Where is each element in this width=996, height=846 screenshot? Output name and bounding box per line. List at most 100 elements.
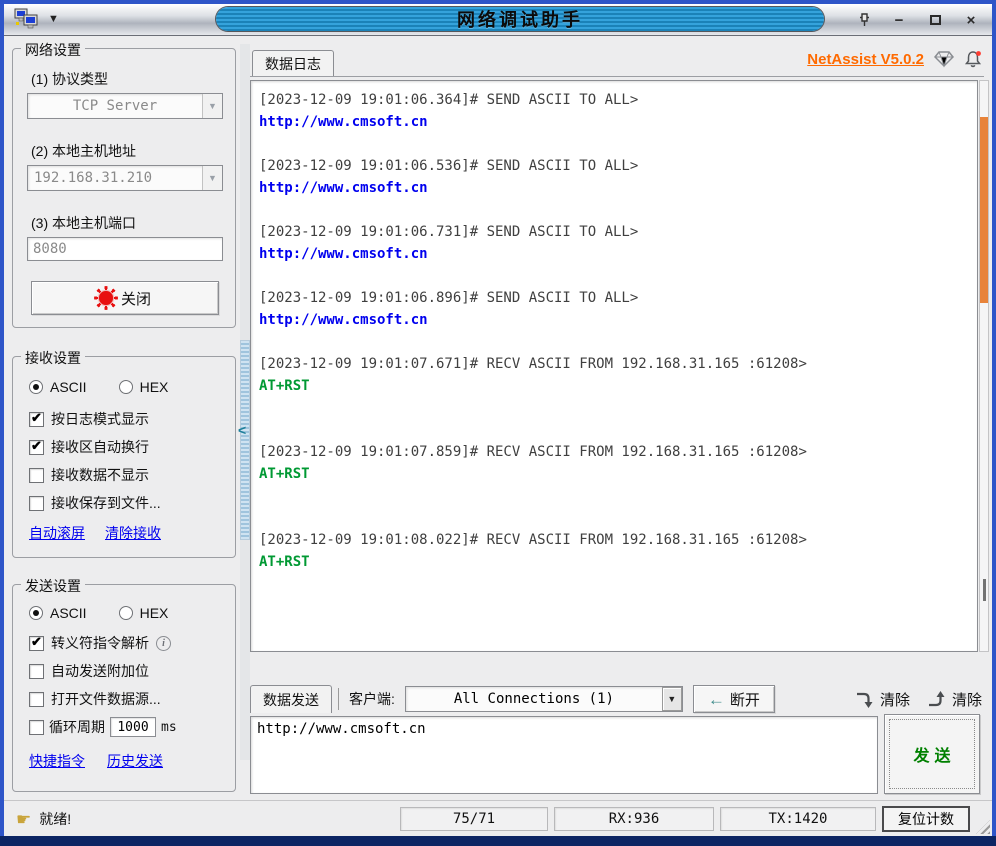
cycle-label: 循环周期	[49, 717, 105, 737]
status-rx: RX:936	[554, 807, 714, 831]
resize-grip[interactable]	[976, 820, 990, 834]
info-icon[interactable]: i	[156, 636, 171, 651]
host-select[interactable]: 192.168.31.210 ▼	[27, 165, 223, 191]
send-ascii-radio[interactable]	[29, 606, 43, 620]
clear-receive-label: 清除	[880, 689, 910, 710]
connection-value: All Connections (1)	[406, 687, 662, 711]
send-button[interactable]: 发送	[884, 714, 980, 794]
save-to-file-label: 接收保存到文件...	[51, 493, 161, 513]
recv-hex-label: HEX	[140, 379, 169, 395]
bell-icon[interactable]	[964, 50, 982, 68]
gem-icon[interactable]	[934, 50, 954, 68]
log-entry-body: AT+RST	[259, 463, 977, 485]
log-entries: [2023-12-09 19:01:06.364]# SEND ASCII TO…	[259, 89, 977, 573]
save-to-file-checkbox[interactable]	[29, 496, 44, 511]
app-body: ▼ 网络调试助手 − × 网络设置 (1) 协议类	[4, 4, 992, 836]
version-link[interactable]: NetAssist V5.0.2	[807, 51, 924, 68]
reset-count-label: 复位计数	[898, 809, 954, 829]
log-entry: [2023-12-09 19:01:07.671]# RECV ASCII FR…	[259, 353, 977, 397]
cycle-checkbox[interactable]	[29, 720, 44, 735]
status-tx-value: TX:1420	[768, 811, 827, 827]
arrow-curve-down-icon	[856, 690, 874, 709]
tab-data-send[interactable]: 数据发送	[250, 685, 332, 713]
log-entry-header: [2023-12-09 19:01:06.731]# SEND ASCII TO…	[259, 221, 977, 243]
hide-recv-label: 接收数据不显示	[51, 465, 149, 485]
disconnect-button[interactable]: ← 断开	[693, 685, 775, 713]
client-label: 客户端:	[349, 689, 395, 709]
clear-receive-button[interactable]: 清除	[856, 689, 910, 710]
chevron-down-icon[interactable]: ▼	[202, 94, 222, 118]
log-entry-header: [2023-12-09 19:01:08.022]# RECV ASCII FR…	[259, 529, 977, 551]
log-entry: [2023-12-09 19:01:08.022]# RECV ASCII FR…	[259, 529, 977, 573]
tab-data-log[interactable]: 数据日志	[252, 50, 334, 76]
data-log-area[interactable]: [2023-12-09 19:01:06.364]# SEND ASCII TO…	[250, 80, 978, 652]
status-ready-text: 就绪!	[39, 809, 71, 829]
send-hex-radio[interactable]	[119, 606, 133, 620]
minimize-button[interactable]: −	[888, 10, 910, 30]
reset-count-button[interactable]: 复位计数	[882, 806, 970, 832]
app-window: ▼ 网络调试助手 − × 网络设置 (1) 协议类	[0, 0, 996, 846]
close-connection-button[interactable]: 关闭	[31, 281, 219, 315]
arrow-curve-up-icon	[928, 690, 946, 709]
recv-ascii-radio[interactable]	[29, 380, 43, 394]
file-source-checkbox[interactable]	[29, 692, 44, 707]
file-source-label: 打开文件数据源...	[51, 689, 161, 709]
clear-send-button[interactable]: 清除	[928, 689, 982, 710]
divider	[338, 688, 339, 710]
log-entry-header: [2023-12-09 19:01:07.859]# RECV ASCII FR…	[259, 441, 977, 463]
collapse-left-icon[interactable]: <	[238, 422, 246, 438]
status-bar: ☛ 就绪! 75/71 RX:936 TX:1420 复位计数	[4, 800, 992, 836]
system-menu[interactable]: ▼	[14, 8, 59, 30]
window-title: 网络调试助手	[457, 6, 583, 32]
log-mode-label: 按日志模式显示	[51, 409, 149, 429]
send-button-label: 发送	[908, 742, 955, 766]
log-entry-body: http://www.cmsoft.cn	[259, 111, 977, 133]
log-scrollbar[interactable]	[979, 80, 989, 652]
auto-append-label: 自动发送附加位	[51, 661, 149, 681]
auto-wrap-checkbox[interactable]	[29, 440, 44, 455]
auto-scroll-link[interactable]: 自动滚屏	[29, 523, 85, 543]
log-mode-checkbox[interactable]	[29, 412, 44, 427]
log-entry: [2023-12-09 19:01:06.731]# SEND ASCII TO…	[259, 221, 977, 265]
close-button[interactable]: ×	[960, 10, 982, 30]
pin-icon[interactable]	[856, 12, 874, 28]
app-icon	[14, 8, 42, 30]
log-entry-body: http://www.cmsoft.cn	[259, 309, 977, 331]
log-entry-body: AT+RST	[259, 551, 977, 573]
clear-receive-link[interactable]: 清除接收	[105, 523, 161, 543]
shortcut-cmd-link[interactable]: 快捷指令	[29, 751, 85, 771]
log-entry: [2023-12-09 19:01:06.536]# SEND ASCII TO…	[259, 155, 977, 199]
window-bottom-edge	[0, 836, 996, 846]
maximize-button[interactable]	[924, 10, 946, 30]
escape-parse-checkbox[interactable]	[29, 636, 44, 651]
recv-hex-radio[interactable]	[119, 380, 133, 394]
connection-led-icon	[99, 291, 113, 305]
port-input[interactable]	[27, 237, 223, 261]
port-label: (3) 本地主机端口	[31, 213, 136, 233]
clear-send-label: 清除	[952, 689, 982, 710]
log-scrollbar-thumb[interactable]	[980, 117, 988, 303]
tab-data-log-label: 数据日志	[265, 54, 321, 74]
connection-select[interactable]: All Connections (1) ▼	[405, 686, 683, 712]
maximize-icon	[930, 15, 941, 25]
splitter-grip[interactable]	[240, 340, 250, 540]
auto-wrap-label: 接收区自动换行	[51, 437, 149, 457]
chevron-down-icon[interactable]: ▼	[662, 687, 682, 711]
network-settings-group: 网络设置 (1) 协议类型 TCP Server ▼ (2) 本地主机地址 19…	[12, 48, 236, 328]
cycle-input[interactable]	[110, 717, 156, 737]
auto-append-checkbox[interactable]	[29, 664, 44, 679]
status-rx-value: RX:936	[609, 811, 660, 827]
recv-ascii-label: ASCII	[50, 379, 87, 395]
hide-recv-checkbox[interactable]	[29, 468, 44, 483]
panel-splitter[interactable]: <	[240, 44, 250, 760]
menu-caret-icon[interactable]: ▼	[48, 13, 59, 25]
tabstrip-divider	[250, 76, 984, 77]
send-data-input[interactable]: http://www.cmsoft.cn	[250, 716, 878, 794]
send-button-focus-frame: 发送	[889, 719, 975, 789]
send-settings-title: 发送设置	[21, 576, 85, 596]
send-history-link[interactable]: 历史发送	[107, 751, 163, 771]
log-entry-header: [2023-12-09 19:01:06.896]# SEND ASCII TO…	[259, 287, 977, 309]
chevron-down-icon[interactable]: ▼	[202, 166, 222, 190]
protocol-select[interactable]: TCP Server ▼	[27, 93, 223, 119]
receive-settings-title: 接收设置	[21, 348, 85, 368]
